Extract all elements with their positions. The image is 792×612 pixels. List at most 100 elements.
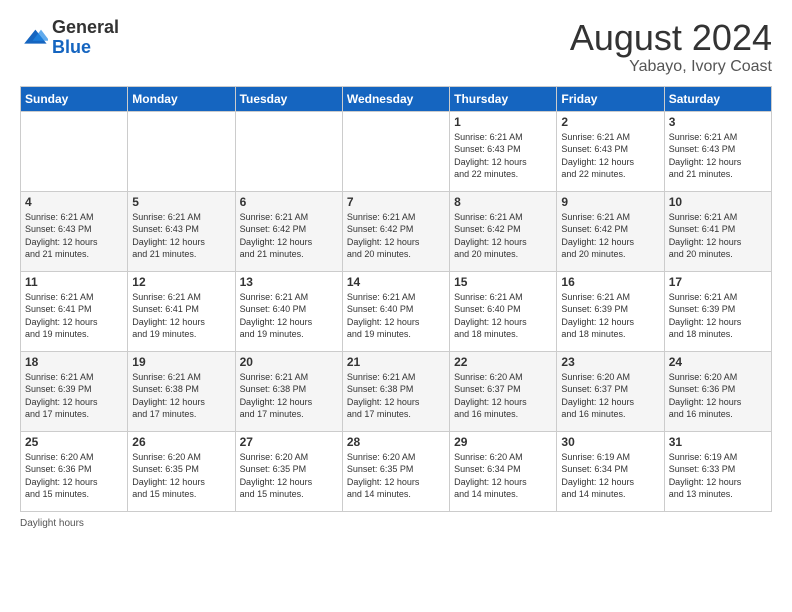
- calendar-cell-w1-d5: 2Sunrise: 6:21 AM Sunset: 6:43 PM Daylig…: [557, 111, 664, 191]
- day-number: 22: [454, 355, 552, 369]
- day-info: Sunrise: 6:21 AM Sunset: 6:42 PM Dayligh…: [347, 211, 445, 261]
- calendar-cell-w2-d4: 8Sunrise: 6:21 AM Sunset: 6:42 PM Daylig…: [450, 191, 557, 271]
- day-number: 9: [561, 195, 659, 209]
- week-row-2: 4 Sunrise: 6:21 AM Sunset: 6:43 PM Daylig…: [21, 191, 772, 271]
- day-info: Sunrise: 6:19 AM Sunset: 6:33 PM Dayligh…: [669, 451, 767, 501]
- week-row-3: 11 Sunrise: 6:21 AM Sunset: 6:41 PM Dayli…: [21, 271, 772, 351]
- day-info: Sunrise: 6:21 AM Sunset: 6:38 PM Dayligh…: [347, 371, 445, 421]
- daylight-label: Daylight hours: [20, 518, 84, 529]
- day-info: Sunrise: 6:19 AM Sunset: 6:34 PM Dayligh…: [561, 451, 659, 501]
- col-sunday: Sunday: [21, 86, 128, 111]
- calendar-cell-w5-d4: 29Sunrise: 6:20 AM Sunset: 6:34 PM Dayli…: [450, 431, 557, 511]
- day-info: Sunrise: 6:21 AM Sunset: 6:41 PM Dayligh…: [25, 291, 123, 341]
- day-number: 18: [25, 355, 123, 369]
- day-number: 31: [669, 435, 767, 449]
- week-row-1: 1 Sunrise: 6:21 AM Sunset: 6:43 PM Daylig…: [21, 111, 772, 191]
- day-info: Sunrise: 6:20 AM Sunset: 6:35 PM Dayligh…: [347, 451, 445, 501]
- day-number: 30: [561, 435, 659, 449]
- col-saturday: Saturday: [664, 86, 771, 111]
- day-number: 2: [561, 115, 659, 129]
- calendar-cell-w3-d3: 14Sunrise: 6:21 AM Sunset: 6:40 PM Dayli…: [342, 271, 449, 351]
- day-number: 26: [132, 435, 230, 449]
- calendar-cell-w3-d4: 15 Sunrise: 6:21 AM Sunset: 6:40 PM Dayli…: [450, 271, 557, 351]
- day-info: Sunrise: 6:21 AM Sunset: 6:43 PM Dayligh…: [454, 131, 552, 181]
- day-number: 11: [25, 275, 123, 289]
- day-number: 17: [669, 275, 767, 289]
- footer: Daylight hours: [20, 518, 772, 529]
- logo-general: General: [52, 17, 119, 37]
- day-number: 25: [25, 435, 123, 449]
- col-tuesday: Tuesday: [235, 86, 342, 111]
- calendar-cell-w4-d5: 23Sunrise: 6:20 AM Sunset: 6:37 PM Dayli…: [557, 351, 664, 431]
- day-info: Sunrise: 6:21 AM Sunset: 6:43 PM Dayligh…: [669, 131, 767, 181]
- day-number: 23: [561, 355, 659, 369]
- title-month: August 2024: [570, 18, 772, 58]
- title-location: Yabayo, Ivory Coast: [570, 58, 772, 76]
- calendar-cell-w5-d6: 31 Sunrise: 6:19 AM Sunset: 6:33 PM Dayli…: [664, 431, 771, 511]
- calendar-cell-w2-d2: 6 Sunrise: 6:21 AM Sunset: 6:42 PM Daylig…: [235, 191, 342, 271]
- day-info: Sunrise: 6:21 AM Sunset: 6:42 PM Dayligh…: [240, 211, 338, 261]
- day-info: Sunrise: 6:21 AM Sunset: 6:39 PM Dayligh…: [561, 291, 659, 341]
- calendar-cell-w5-d5: 30 Sunrise: 6:19 AM Sunset: 6:34 PM Dayli…: [557, 431, 664, 511]
- calendar-cell-w4-d0: 18 Sunrise: 6:21 AM Sunset: 6:39 PM Dayli…: [21, 351, 128, 431]
- day-info: Sunrise: 6:21 AM Sunset: 6:39 PM Dayligh…: [25, 371, 123, 421]
- day-info: Sunrise: 6:20 AM Sunset: 6:34 PM Dayligh…: [454, 451, 552, 501]
- day-info: Sunrise: 6:21 AM Sunset: 6:40 PM Dayligh…: [454, 291, 552, 341]
- calendar-table: Sunday Monday Tuesday Wednesday Thursday…: [20, 86, 772, 512]
- logo-icon: [20, 24, 48, 52]
- calendar-cell-w3-d6: 17Sunrise: 6:21 AM Sunset: 6:39 PM Dayli…: [664, 271, 771, 351]
- calendar-cell-w5-d1: 26 Sunrise: 6:20 AM Sunset: 6:35 PM Dayli…: [128, 431, 235, 511]
- calendar-cell-w4-d4: 22 Sunrise: 6:20 AM Sunset: 6:37 PM Dayli…: [450, 351, 557, 431]
- day-info: Sunrise: 6:21 AM Sunset: 6:38 PM Dayligh…: [132, 371, 230, 421]
- calendar-cell-w3-d2: 13 Sunrise: 6:21 AM Sunset: 6:40 PM Dayli…: [235, 271, 342, 351]
- calendar-cell-w2-d6: 10Sunrise: 6:21 AM Sunset: 6:41 PM Dayli…: [664, 191, 771, 271]
- calendar-cell-w5-d0: 25 Sunrise: 6:20 AM Sunset: 6:36 PM Dayli…: [21, 431, 128, 511]
- day-number: 4: [25, 195, 123, 209]
- day-info: Sunrise: 6:21 AM Sunset: 6:43 PM Dayligh…: [132, 211, 230, 261]
- day-number: 8: [454, 195, 552, 209]
- day-info: Sunrise: 6:21 AM Sunset: 6:38 PM Dayligh…: [240, 371, 338, 421]
- calendar-cell-w4-d3: 21Sunrise: 6:21 AM Sunset: 6:38 PM Dayli…: [342, 351, 449, 431]
- logo: General Blue: [20, 18, 119, 58]
- calendar-cell-w1-d0: [21, 111, 128, 191]
- day-number: 6: [240, 195, 338, 209]
- calendar-cell-w4-d1: 19 Sunrise: 6:21 AM Sunset: 6:38 PM Dayli…: [128, 351, 235, 431]
- calendar-cell-w2-d5: 9 Sunrise: 6:21 AM Sunset: 6:42 PM Daylig…: [557, 191, 664, 271]
- calendar-cell-w1-d6: 3 Sunrise: 6:21 AM Sunset: 6:43 PM Daylig…: [664, 111, 771, 191]
- calendar-cell-w3-d0: 11 Sunrise: 6:21 AM Sunset: 6:41 PM Dayli…: [21, 271, 128, 351]
- day-number: 15: [454, 275, 552, 289]
- week-row-4: 18 Sunrise: 6:21 AM Sunset: 6:39 PM Dayli…: [21, 351, 772, 431]
- col-monday: Monday: [128, 86, 235, 111]
- week-row-5: 25 Sunrise: 6:20 AM Sunset: 6:36 PM Dayli…: [21, 431, 772, 511]
- day-info: Sunrise: 6:21 AM Sunset: 6:42 PM Dayligh…: [561, 211, 659, 261]
- day-number: 19: [132, 355, 230, 369]
- calendar-cell-w2-d0: 4 Sunrise: 6:21 AM Sunset: 6:43 PM Daylig…: [21, 191, 128, 271]
- day-number: 27: [240, 435, 338, 449]
- day-number: 3: [669, 115, 767, 129]
- day-info: Sunrise: 6:21 AM Sunset: 6:41 PM Dayligh…: [132, 291, 230, 341]
- col-wednesday: Wednesday: [342, 86, 449, 111]
- day-info: Sunrise: 6:21 AM Sunset: 6:41 PM Dayligh…: [669, 211, 767, 261]
- day-number: 20: [240, 355, 338, 369]
- calendar-cell-w1-d1: [128, 111, 235, 191]
- day-number: 16: [561, 275, 659, 289]
- calendar-cell-w1-d4: 1 Sunrise: 6:21 AM Sunset: 6:43 PM Daylig…: [450, 111, 557, 191]
- day-number: 13: [240, 275, 338, 289]
- day-info: Sunrise: 6:20 AM Sunset: 6:35 PM Dayligh…: [132, 451, 230, 501]
- calendar-cell-w3-d5: 16 Sunrise: 6:21 AM Sunset: 6:39 PM Dayli…: [557, 271, 664, 351]
- day-info: Sunrise: 6:21 AM Sunset: 6:43 PM Dayligh…: [25, 211, 123, 261]
- logo-blue: Blue: [52, 37, 91, 57]
- calendar-cell-w3-d1: 12Sunrise: 6:21 AM Sunset: 6:41 PM Dayli…: [128, 271, 235, 351]
- calendar-cell-w5-d2: 27 Sunrise: 6:20 AM Sunset: 6:35 PM Dayli…: [235, 431, 342, 511]
- day-number: 1: [454, 115, 552, 129]
- header: General Blue August 2024 Yabayo, Ivory C…: [20, 18, 772, 76]
- day-info: Sunrise: 6:21 AM Sunset: 6:40 PM Dayligh…: [347, 291, 445, 341]
- day-info: Sunrise: 6:20 AM Sunset: 6:36 PM Dayligh…: [25, 451, 123, 501]
- calendar-cell-w1-d3: [342, 111, 449, 191]
- day-info: Sunrise: 6:21 AM Sunset: 6:40 PM Dayligh…: [240, 291, 338, 341]
- col-thursday: Thursday: [450, 86, 557, 111]
- day-number: 5: [132, 195, 230, 209]
- day-number: 24: [669, 355, 767, 369]
- day-info: Sunrise: 6:20 AM Sunset: 6:37 PM Dayligh…: [454, 371, 552, 421]
- day-info: Sunrise: 6:20 AM Sunset: 6:35 PM Dayligh…: [240, 451, 338, 501]
